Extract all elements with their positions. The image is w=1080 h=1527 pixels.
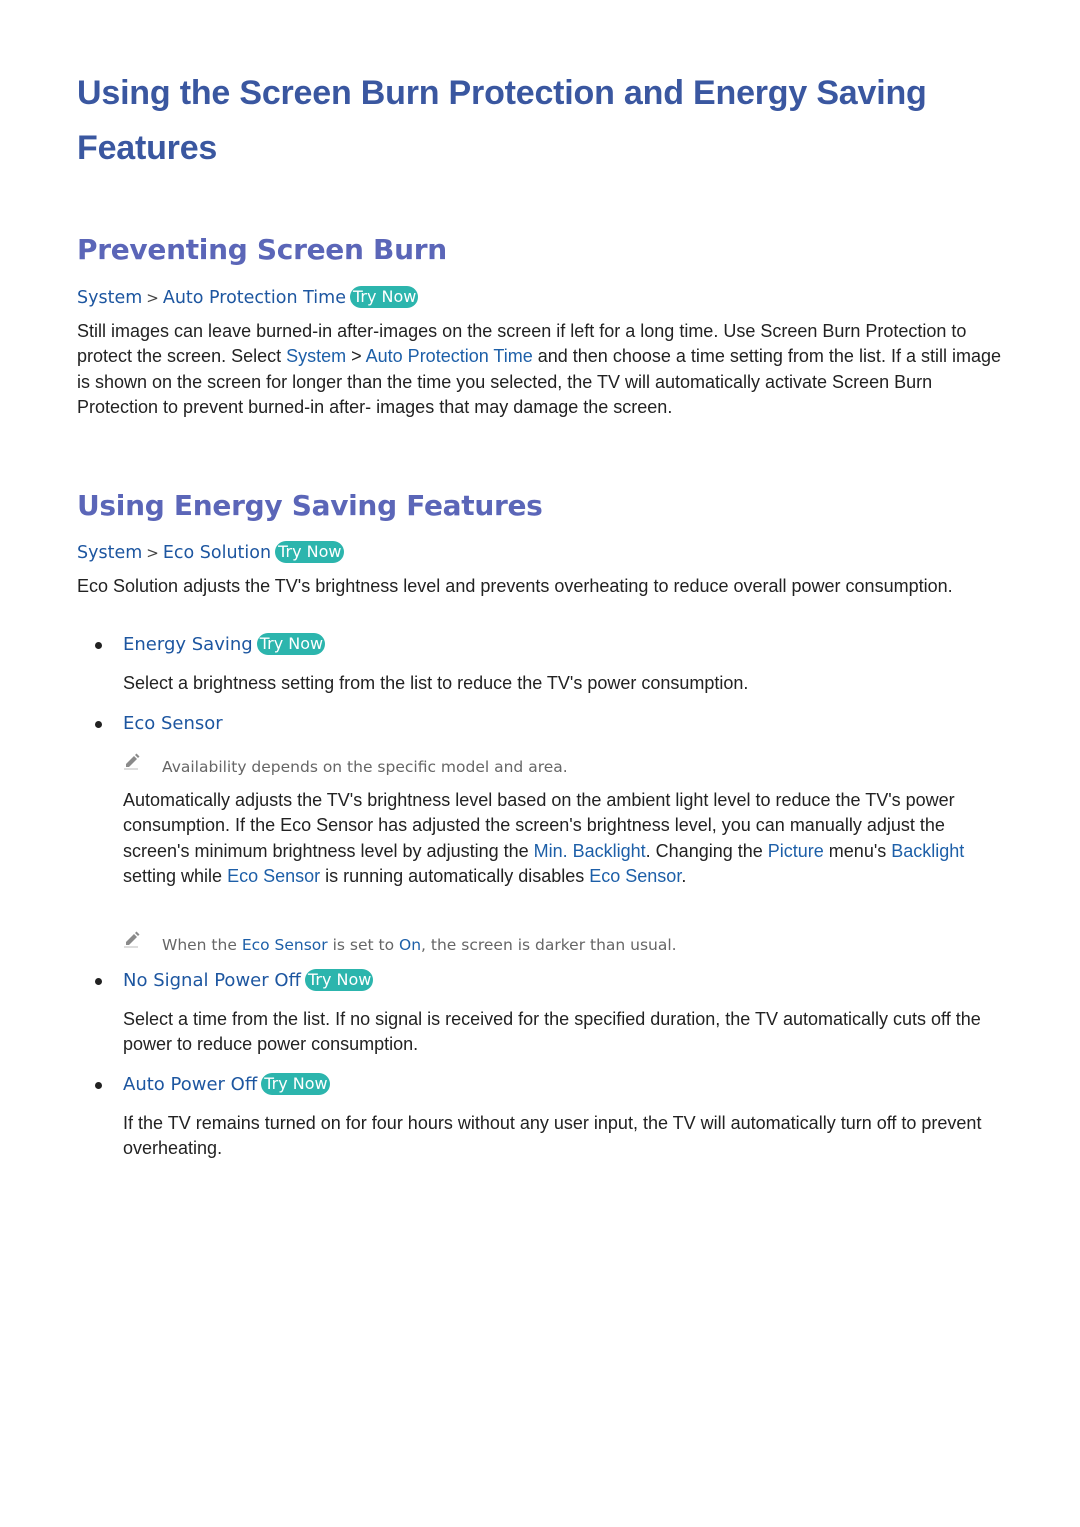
text: is set to [327, 936, 400, 954]
try-now-button[interactable]: Try Now [261, 1073, 330, 1095]
link-auto-protection-time[interactable]: Auto Protection Time [366, 346, 533, 366]
item-label-eco-sensor[interactable]: Eco Sensor [123, 712, 223, 736]
link-eco-sensor[interactable]: Eco Sensor [242, 936, 328, 954]
text: setting while [123, 866, 228, 887]
try-now-button[interactable]: Try Now [349, 286, 419, 308]
try-now-button[interactable]: Try Now [256, 633, 326, 655]
menu-path-eco-solution: System > Eco Solution Try Now [77, 541, 344, 565]
text: When the [162, 936, 242, 954]
item-label-energy-saving[interactable]: Energy Saving [123, 634, 253, 655]
text: , the screen is darker than usual. [421, 936, 677, 954]
link-eco-sensor[interactable]: Eco Sensor [227, 866, 320, 886]
path-separator: > [346, 346, 366, 367]
description-no-signal-power-off: Select a time from the list. If no signa… [123, 1009, 981, 1055]
try-now-button[interactable]: Try Now [304, 969, 374, 991]
path-item-system[interactable]: System [77, 288, 142, 308]
bullet-dot [95, 721, 102, 728]
try-now-button[interactable]: Try Now [275, 541, 344, 563]
paragraph-screen-burn: Still images can leave burned-in after-i… [77, 319, 1007, 421]
link-min-backlight[interactable]: Min. Backlight [534, 841, 646, 861]
value-on: On [399, 936, 422, 954]
description-auto-power-off: If the TV remains turned on for four hou… [123, 1113, 982, 1159]
text: is running automatically disables [320, 866, 590, 887]
link-picture[interactable]: Picture [768, 841, 824, 861]
item-label-auto-power-off[interactable]: Auto Power Off [123, 1074, 257, 1095]
note-text: Availability depends on the specific mod… [162, 758, 568, 776]
bullet-dot [95, 642, 102, 649]
pencil-icon [124, 931, 140, 948]
chevron-right-icon: > [146, 289, 159, 307]
pencil-icon [124, 753, 140, 770]
item-label-no-signal-power-off[interactable]: No Signal Power Off [123, 970, 301, 991]
description-eco-sensor: Automatically adjusts the TV's brightnes… [123, 788, 1007, 890]
section-heading-energy-saving: Using Energy Saving Features [77, 489, 543, 522]
page-title-line-1: Using the Screen Burn Protection and Ene… [77, 74, 927, 112]
page-title-line-2: Features [77, 129, 218, 167]
description-energy-saving: Select a brightness setting from the lis… [123, 673, 749, 693]
link-system[interactable]: System [286, 346, 346, 366]
text: . Changing the [645, 840, 768, 861]
paragraph-eco-solution: Eco Solution adjusts the TV's brightness… [77, 576, 953, 596]
note-text: When the Eco Sensor is set to On, the sc… [162, 934, 677, 956]
bullet-dot [95, 1082, 102, 1089]
text: menu's [823, 840, 892, 861]
link-backlight[interactable]: Backlight [891, 841, 964, 861]
section-heading-preventing-screen-burn: Preventing Screen Burn [77, 233, 447, 266]
page-title: Using the Screen Burn Protection and Ene… [77, 66, 1007, 176]
path-item-auto-protection-time[interactable]: Auto Protection Time [163, 288, 346, 308]
text: . [681, 866, 687, 887]
link-eco-sensor[interactable]: Eco Sensor [589, 866, 681, 886]
chevron-right-icon: > [146, 544, 159, 562]
path-item-system[interactable]: System [77, 543, 142, 563]
path-item-eco-solution[interactable]: Eco Solution [163, 543, 271, 563]
bullet-dot [95, 978, 102, 985]
menu-path-auto-protection-time: System > Auto Protection Time Try Now [77, 286, 419, 310]
